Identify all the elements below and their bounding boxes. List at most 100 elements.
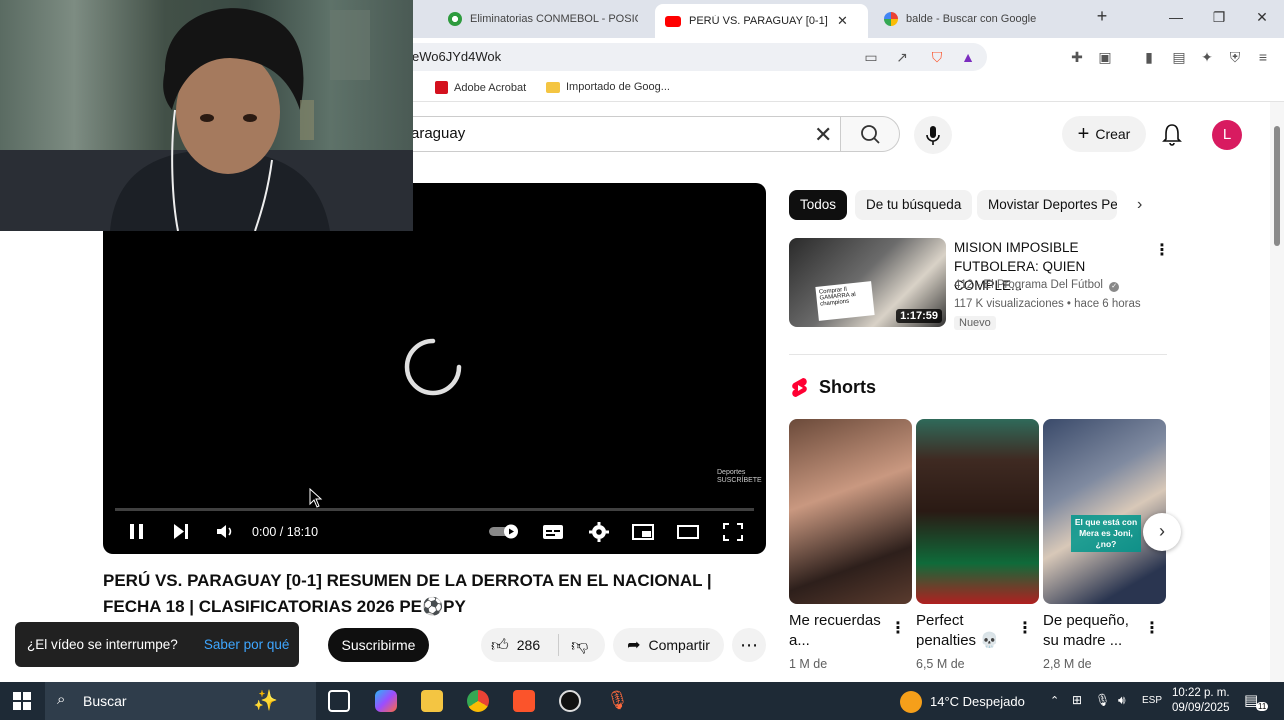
search-input[interactable]: araguay [390, 116, 840, 152]
brave-shield-icon[interactable]: ⛉ [928, 48, 946, 66]
share-icon[interactable]: ↗ [893, 48, 911, 66]
time-display: 0:00 / 18:10 [252, 525, 319, 539]
subtitles-button[interactable] [541, 519, 565, 547]
create-button[interactable]: + Crear [1062, 116, 1146, 152]
bookmark-importado[interactable]: Importado de Goog... [546, 81, 670, 93]
like-button[interactable]: 👍︎ 286 [491, 635, 540, 656]
progress-bar[interactable] [115, 508, 754, 511]
more-options-icon[interactable]: ⋮ [890, 618, 906, 638]
bookmark-adobe-acrobat[interactable]: Adobe Acrobat [435, 81, 526, 94]
task-view-icon[interactable] [328, 690, 350, 712]
chrome-icon[interactable] [467, 690, 489, 712]
taskbar-search[interactable]: ⌕ Buscar ✨ [45, 682, 316, 720]
page-scrollbar[interactable] [1270, 102, 1284, 682]
scrollbar-thumb[interactable] [1274, 126, 1280, 246]
thumbnail-caption: Comprar Il GAMARRA al champions [815, 281, 875, 321]
pause-button[interactable] [127, 519, 147, 547]
clock-date: 09/09/2025 [1172, 702, 1230, 714]
brave-icon[interactable] [513, 690, 535, 712]
autoplay-toggle[interactable] [487, 519, 521, 547]
more-options-icon[interactable]: ⋮ [1154, 240, 1170, 260]
autoplay-toggle-icon [489, 524, 518, 539]
next-button[interactable] [171, 519, 191, 547]
short-title-2[interactable]: Perfect penalties 💀 [916, 611, 1016, 651]
recorder-icon[interactable]: 🎙︎ [606, 690, 629, 712]
file-explorer-icon[interactable] [421, 690, 443, 712]
miniplayer-button[interactable] [631, 519, 655, 547]
short-thumbnail-1[interactable] [789, 419, 912, 604]
more-actions-button[interactable]: ⋯ [732, 628, 766, 662]
chip-de-tu-busqueda[interactable]: De tu búsqueda [855, 190, 973, 220]
watermark-line: Deportes [717, 469, 746, 476]
tab-youtube-video[interactable]: PERÚ VS. PARAGUAY [0-1] RE ✕ [655, 4, 868, 38]
microphone-tray-icon[interactable]: 🎙︎ [1095, 693, 1110, 707]
tab-google-search[interactable]: balde - Buscar con Google [874, 6, 1074, 32]
settings-button[interactable] [587, 519, 611, 547]
rewards-icon[interactable]: ▲ [959, 48, 977, 66]
chevron-right-icon[interactable]: › [1137, 196, 1142, 214]
search-icon [861, 125, 880, 144]
short-title-3[interactable]: De pequeño, su madre ... [1043, 611, 1143, 651]
chip-movistar-deportes[interactable]: Movistar Deportes Pe [977, 190, 1117, 220]
avatar[interactable]: L [1212, 120, 1242, 150]
tab-search-icon[interactable]: ▣ [1096, 48, 1114, 66]
recommended-channel[interactable]: 412 - El Programa Del Fútbol ✓ [954, 279, 1120, 292]
minimize-button[interactable]: — [1166, 9, 1186, 25]
clear-search-icon[interactable]: ✕ [814, 122, 832, 148]
short-thumbnail-3[interactable]: El que está con Mera es Joni, ¿no? [1043, 419, 1166, 604]
copilot-icon[interactable] [375, 690, 397, 712]
theater-mode-icon [677, 525, 699, 539]
recommended-thumbnail[interactable]: Comprar Il GAMARRA al champions 1:17:59 [789, 238, 946, 327]
close-tab-icon[interactable]: ✕ [837, 13, 848, 29]
bookmark-label: Adobe Acrobat [454, 81, 527, 94]
dislike-button[interactable]: 👎︎ [571, 635, 588, 656]
clock[interactable]: 10:22 p. m. 09/09/2025 [1172, 686, 1230, 716]
obs-icon[interactable] [559, 690, 581, 712]
new-badge: Nuevo [954, 316, 996, 330]
more-options-icon[interactable]: ⋮ [1144, 618, 1160, 638]
close-window-button[interactable]: ✕ [1252, 9, 1272, 26]
shorts-next-button[interactable]: › [1143, 513, 1181, 551]
voice-search-button[interactable] [914, 116, 952, 154]
fullscreen-button[interactable] [721, 519, 745, 547]
language-indicator[interactable]: ESP [1142, 695, 1162, 706]
share-button[interactable]: ➦ Compartir [613, 628, 724, 662]
shorts-heading: Shorts [819, 377, 877, 397]
vpn-icon[interactable]: ⛨ [1226, 48, 1244, 66]
theater-mode-button[interactable] [676, 519, 700, 547]
maximize-button[interactable]: ❐ [1209, 9, 1229, 26]
show-hidden-icons[interactable]: ⌃ [1050, 694, 1059, 707]
short-thumbnail-2[interactable] [916, 419, 1039, 604]
extensions-icon[interactable]: ✚ [1068, 48, 1086, 66]
chip-todos[interactable]: Todos [789, 190, 848, 220]
video-player[interactable]: Deportes SUSCRÍBETE 0:00 / 18:10 [103, 183, 766, 554]
network-icon[interactable]: ⊞ [1072, 693, 1082, 707]
subtitles-icon [543, 525, 563, 539]
share-label: Compartir [648, 637, 710, 653]
short-views-1: 1 M de [789, 657, 828, 671]
duration-badge: 1:17:59 [896, 309, 942, 323]
webcam-overlay [0, 0, 413, 231]
windows-start-icon[interactable] [13, 692, 31, 710]
notifications-button[interactable] [1160, 122, 1184, 153]
wallet-icon[interactable]: ▤ [1170, 48, 1188, 66]
new-tab-button[interactable]: + [1092, 6, 1112, 27]
install-icon[interactable]: ▭ [862, 48, 880, 66]
learn-why-link[interactable]: Saber por qué [204, 637, 290, 652]
weather-text[interactable]: 14°C Despejado [930, 694, 1025, 709]
globe-green-icon [448, 12, 462, 26]
menu-icon[interactable]: ≡ [1254, 48, 1272, 66]
search-icon: ⌕ [57, 691, 66, 708]
volume-tray-icon[interactable]: 🔊︎ [1118, 693, 1126, 708]
leo-ai-icon[interactable]: ✦ [1198, 48, 1216, 66]
notification-count: 11 [1256, 702, 1269, 711]
sidebar-icon[interactable]: ▮ [1140, 48, 1158, 66]
short-title-1[interactable]: Me recuerdas a... [789, 611, 889, 651]
search-button[interactable] [840, 116, 900, 152]
volume-button[interactable] [214, 519, 234, 547]
video-title: PERÚ VS. PARAGUAY [0-1] RESUMEN DE LA DE… [103, 571, 712, 616]
subscribe-button[interactable]: Suscribirme [328, 628, 429, 662]
channel-watermark: Deportes SUSCRÍBETE [717, 469, 762, 485]
more-options-icon[interactable]: ⋮ [1017, 618, 1033, 638]
tab-eliminatorias[interactable]: Eliminatorias CONMEBOL - POSIC [438, 6, 648, 32]
